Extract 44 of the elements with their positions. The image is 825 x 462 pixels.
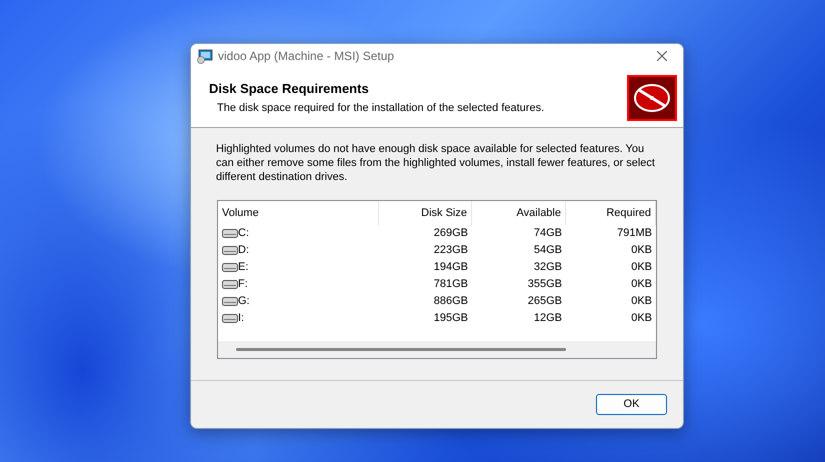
drive-icon [222, 246, 238, 255]
table-cell-text: 74GB [532, 226, 563, 242]
page-subtitle: The disk space required for the installation of the selected features. [216, 101, 546, 116]
table-cell-text: 54GB [532, 243, 563, 258]
page-title: Disk Space Requirements [209, 80, 370, 98]
table-cell-text: 0KB [630, 277, 653, 292]
table-cell-text: 194GB [432, 260, 469, 276]
column-header[interactable]: Disk Size [379, 201, 472, 225]
table-cell-text: 195GB [432, 311, 469, 326]
table-cell-text: 781GB [432, 277, 469, 292]
installer-icon [197, 48, 213, 64]
volume-name: D: [238, 243, 249, 258]
drive-icon [222, 280, 238, 289]
disk-logo-icon [627, 74, 677, 120]
drive-icon [222, 229, 238, 238]
volume-name: F: [238, 277, 248, 292]
volume-name: E: [238, 260, 248, 276]
table-cell-text: 223GB [432, 243, 469, 258]
column-header[interactable]: Available [472, 201, 566, 225]
close-icon [657, 51, 667, 61]
window-title: vidoo App (Machine - MSI) Setup [218, 48, 396, 65]
table-cell-text: 269GB [432, 226, 469, 242]
table-cell-text: 12GB [532, 311, 563, 326]
ok-button[interactable]: OK [596, 394, 667, 415]
scrollbar-thumb[interactable] [236, 348, 566, 351]
table-cell-text: 0KB [630, 243, 653, 258]
table-cell-text: 0KB [630, 311, 653, 326]
table-cell-text: 886GB [432, 294, 469, 310]
volume-name: C: [238, 226, 249, 242]
table-cell-text: 0KB [630, 294, 653, 310]
horizontal-scrollbar[interactable] [218, 341, 656, 358]
drive-icon [222, 263, 238, 272]
description-text: Highlighted volumes do not have enough disk space available for selected features. You can either remove some files from the highlighted volumes, install fewer features, or select different destination drives. [215, 142, 656, 184]
table-cell-text: 0KB [630, 260, 653, 276]
column-header[interactable]: Required [566, 201, 656, 225]
table-cell-text: 355GB [526, 277, 563, 292]
column-header[interactable]: Volume [218, 201, 379, 225]
drive-icon [222, 314, 238, 323]
drive-icon [222, 297, 238, 306]
table-cell-text: 791MB [616, 226, 653, 242]
volume-name: G: [238, 294, 250, 310]
volume-name: I: [238, 311, 244, 326]
table-cell-text: 265GB [526, 294, 563, 310]
table-cell-text: 32GB [532, 260, 563, 276]
